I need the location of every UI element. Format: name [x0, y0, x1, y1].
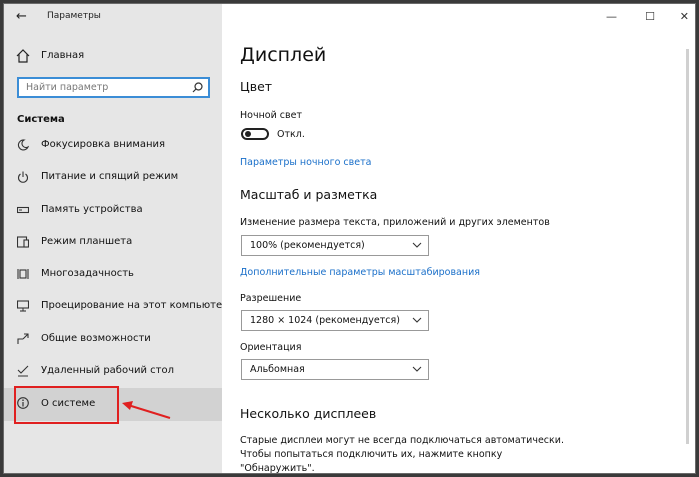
sidebar-item-multitasking[interactable]: Многозадачность — [4, 260, 222, 288]
sidebar: ← Параметры Главная Найти параметр Систе… — [4, 4, 228, 473]
section-scale: Масштаб и разметка — [240, 187, 378, 202]
sidebar-item-power[interactable]: Питание и спящий режим — [4, 163, 222, 191]
sidebar-item-label: Общие возможности — [41, 333, 151, 344]
storage-icon — [17, 206, 29, 214]
search-icon — [192, 82, 203, 93]
section-color: Цвет — [240, 79, 273, 94]
title-bar: ← Параметры — [4, 4, 222, 30]
sidebar-item-home[interactable]: Главная — [14, 47, 214, 67]
remote-desktop-icon — [17, 365, 29, 377]
section-multiple-displays: Несколько дисплеев — [240, 406, 377, 421]
content-pane: — ☐ ✕ Дисплей Цвет Ночной свет Откл. Пар… — [222, 4, 695, 473]
orientation-value: Альбомная — [250, 364, 305, 375]
sidebar-item-label: Память устройства — [41, 204, 143, 215]
sidebar-item-shared[interactable]: Общие возможности — [4, 325, 222, 353]
highlight-box — [14, 386, 119, 424]
window-title: Параметры — [47, 11, 101, 21]
page-title: Дисплей — [240, 44, 327, 66]
multi-text-2: Чтобы попытаться подключить их, нажмите … — [240, 449, 503, 460]
chevron-down-icon — [412, 242, 422, 248]
scale-label: Изменение размера текста, приложений и д… — [240, 217, 550, 228]
night-light-toggle[interactable] — [241, 128, 269, 140]
multitask-icon — [17, 269, 29, 279]
sidebar-item-remote-desktop[interactable]: Удаленный рабочий стол — [4, 357, 222, 385]
settings-window: ← Параметры Главная Найти параметр Систе… — [3, 3, 696, 474]
sidebar-item-storage[interactable]: Память устройства — [4, 196, 222, 224]
chevron-down-icon — [412, 366, 422, 372]
maximize-button[interactable]: ☐ — [645, 10, 655, 23]
multi-text-1: Старые дисплеи могут не всегда подключат… — [240, 435, 564, 446]
projection-icon — [17, 300, 29, 312]
orientation-label: Ориентация — [240, 342, 302, 353]
orientation-select[interactable]: Альбомная — [241, 359, 429, 380]
sidebar-item-label: Питание и спящий режим — [41, 171, 179, 182]
tablet-icon — [17, 236, 29, 248]
sidebar-item-label: Главная — [41, 50, 85, 61]
sidebar-item-label: Фокусировка внимания — [41, 139, 166, 150]
back-button[interactable]: ← — [16, 9, 27, 24]
close-button[interactable]: ✕ — [680, 10, 689, 23]
resolution-label: Разрешение — [240, 293, 302, 304]
night-light-settings-link[interactable]: Параметры ночного света — [240, 157, 371, 168]
search-input[interactable]: Найти параметр — [17, 77, 210, 98]
night-light-state: Откл. — [277, 129, 305, 140]
sidebar-item-projection[interactable]: Проецирование на этот компьютер — [4, 292, 228, 320]
night-light-label: Ночной свет — [240, 110, 302, 121]
annotation-arrow — [122, 401, 171, 419]
shared-icon — [17, 333, 29, 344]
sidebar-item-tablet[interactable]: Режим планшета — [4, 228, 222, 256]
scale-value: 100% (рекомендуется) — [250, 240, 365, 251]
sidebar-item-focus-assist[interactable]: Фокусировка внимания — [4, 131, 222, 159]
home-icon — [16, 49, 30, 63]
power-icon — [18, 171, 28, 183]
sidebar-item-label: Проецирование на этот компьютер — [41, 300, 229, 311]
scrollbar[interactable] — [686, 49, 689, 444]
sidebar-item-label: Удаленный рабочий стол — [41, 365, 175, 376]
multi-text-3: "Обнаружить". — [240, 463, 315, 474]
scale-select[interactable]: 100% (рекомендуется) — [241, 235, 429, 256]
chevron-down-icon — [412, 317, 422, 323]
minimize-button[interactable]: — — [606, 10, 617, 23]
resolution-value: 1280 × 1024 (рекомендуется) — [250, 315, 400, 326]
toggle-knob — [245, 131, 251, 137]
moon-icon — [17, 139, 29, 151]
sidebar-item-label: Режим планшета — [41, 236, 133, 247]
section-title: Система — [17, 114, 65, 125]
sidebar-item-label: Многозадачность — [41, 268, 134, 279]
search-placeholder: Найти параметр — [26, 82, 109, 93]
advanced-scaling-link[interactable]: Дополнительные параметры масштабирования — [240, 267, 480, 278]
resolution-select[interactable]: 1280 × 1024 (рекомендуется) — [241, 310, 429, 331]
